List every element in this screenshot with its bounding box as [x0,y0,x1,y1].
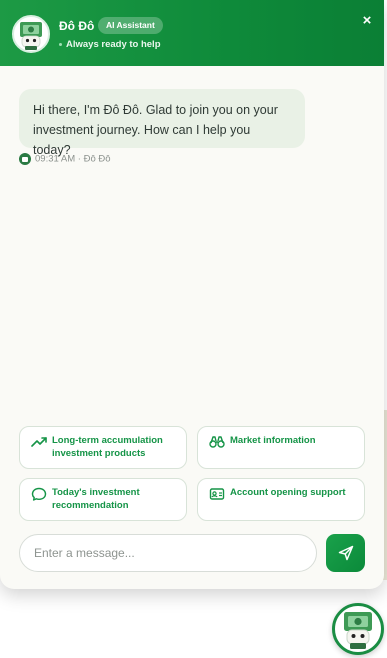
status-text: Always ready to help [59,39,161,50]
id-card-icon [209,487,225,501]
close-button[interactable]: × [359,13,375,29]
chat-launcher-button[interactable] [332,603,384,655]
suggestion-label: Market information [230,435,316,446]
ai-assistant-badge: AI Assistant [98,17,163,34]
suggestion-label: Long-term accumulation investment produc… [52,435,163,459]
bot-message-bubble: Hi there, I'm Đô Đô. Glad to join you on… [19,89,305,157]
bot-name: Đô Đô [59,19,95,33]
send-icon [338,545,354,561]
mascot-launcher-icon [344,612,372,649]
suggestion-market-information[interactable]: Market information [197,426,365,469]
trend-up-icon [31,435,47,449]
send-button[interactable] [326,534,365,572]
suggestion-label: Account opening support [230,487,346,498]
message-meta: 09:31 AM · Đô Đô [19,153,111,166]
chat-header: Đô Đô AI Assistant Always ready to help … [0,0,384,66]
message-timestamp: 09:31 AM · Đô Đô [35,153,111,165]
online-dot-icon [59,42,62,46]
suggestion-account-opening[interactable]: Account opening support [197,478,365,521]
suggestion-label: Today's investment recommendation [52,487,140,511]
suggestion-todays-recommendation[interactable]: Today's investment recommendation [19,478,187,521]
status-label: Always ready to help [66,39,161,50]
mascot-avatar-icon [12,15,50,53]
binoculars-icon [209,435,225,449]
suggestion-long-term-accumulation[interactable]: Long-term accumulation investment produc… [19,426,187,469]
chat-window: Đô Đô AI Assistant Always ready to help … [0,0,384,589]
message-input[interactable] [19,534,317,572]
chat-bubble-icon [31,487,47,501]
mascot-mini-avatar-icon [19,153,31,165]
